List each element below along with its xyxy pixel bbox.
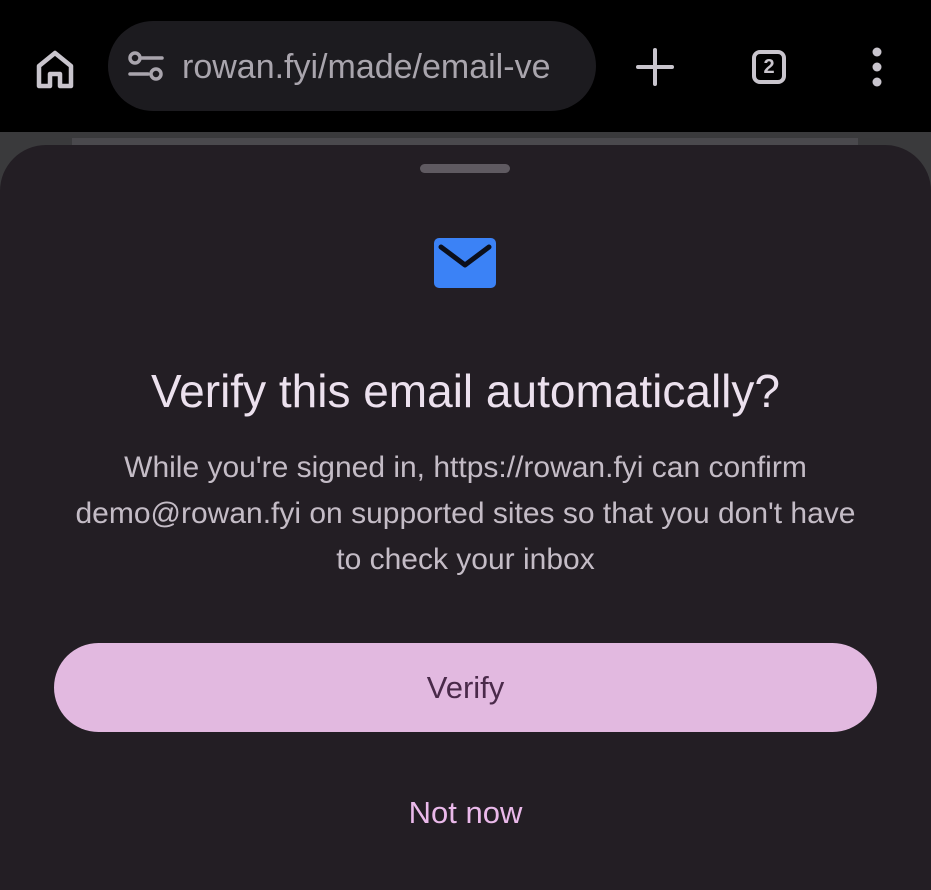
tune-icon[interactable] — [128, 51, 164, 81]
email-icon — [434, 238, 496, 288]
home-icon — [36, 50, 74, 89]
verify-email-bottom-sheet: Verify this email automatically? While y… — [0, 145, 931, 890]
more-vert-icon — [872, 47, 882, 87]
sheet-title: Verify this email automatically? — [151, 365, 780, 417]
tab-switcher-button[interactable]: 2 — [748, 46, 790, 88]
drag-handle[interactable] — [420, 164, 510, 173]
tab-switcher-icon: 2 — [752, 50, 786, 84]
tab-count: 2 — [763, 55, 775, 78]
plus-icon — [636, 48, 674, 86]
address-bar[interactable]: rowan.fyi/made/email-ve — [108, 21, 596, 111]
verify-button[interactable]: Verify — [54, 643, 877, 732]
home-button[interactable] — [30, 44, 80, 94]
menu-button[interactable] — [860, 44, 894, 90]
not-now-button[interactable]: Not now — [365, 785, 566, 841]
sheet-description: While you're signed in, https://rowan.fy… — [75, 451, 856, 576]
url-text[interactable]: rowan.fyi/made/email-ve — [182, 47, 550, 87]
browser-toolbar: rowan.fyi/made/email-ve 2 — [0, 0, 931, 132]
new-tab-button[interactable] — [632, 44, 678, 90]
